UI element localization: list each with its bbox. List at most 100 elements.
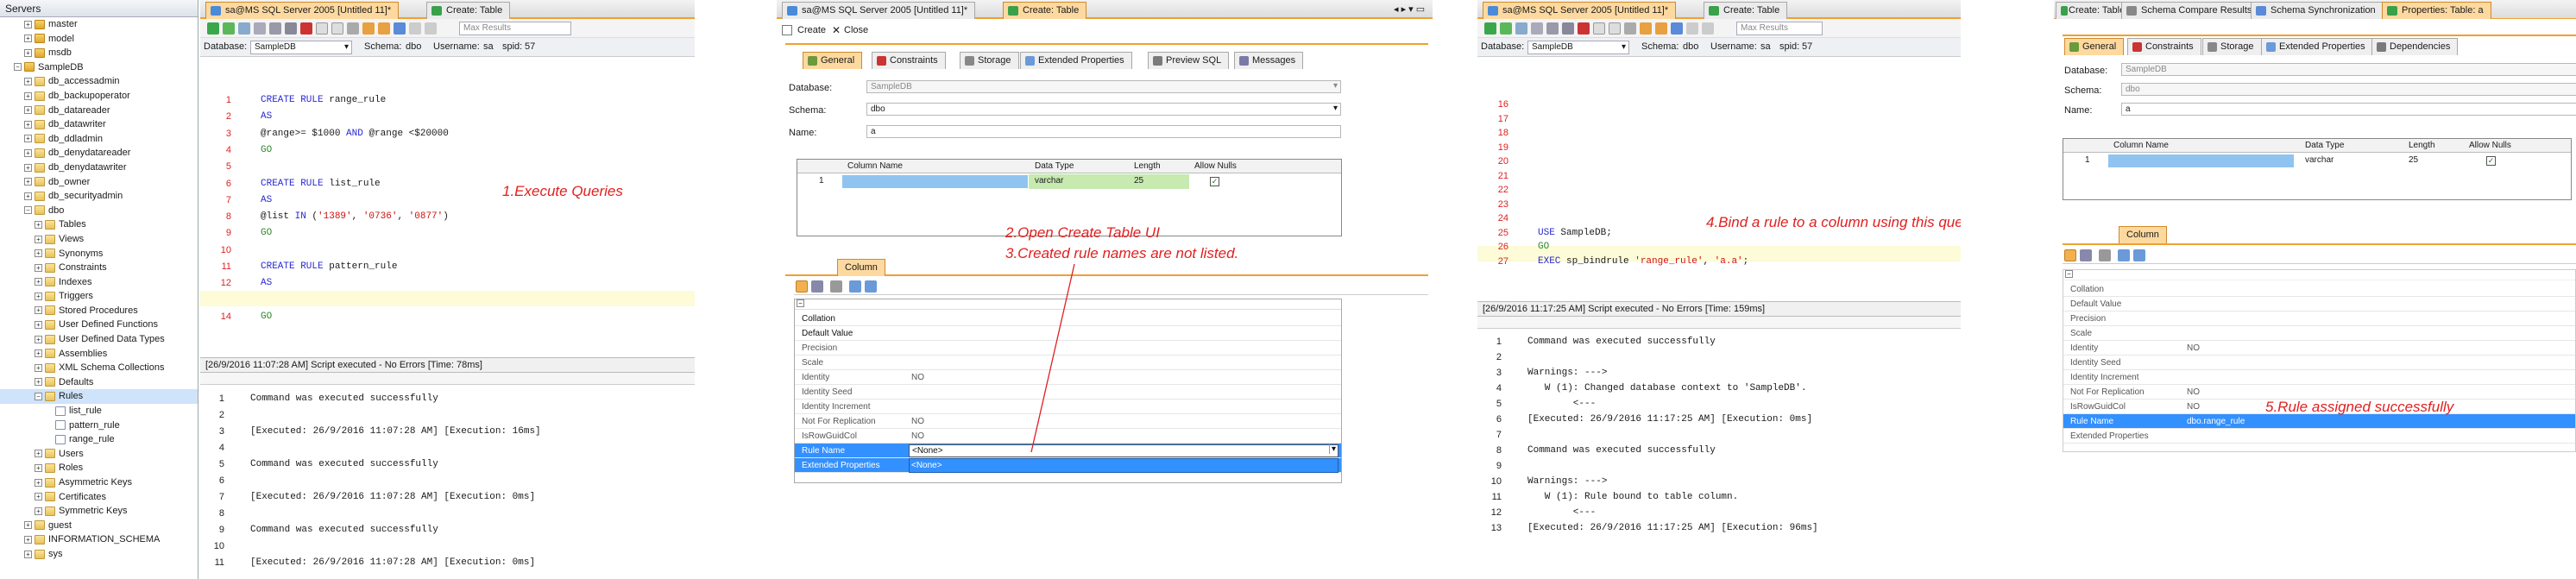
- tree-item[interactable]: + Symmetric Keys: [0, 504, 198, 519]
- tab-properties-table[interactable]: Properties: Table: a: [2382, 2, 2491, 19]
- property-row[interactable]: Precision: [2063, 312, 2575, 326]
- expand-icon[interactable]: +: [24, 77, 32, 85]
- max-results-input[interactable]: Max Results: [1736, 22, 1823, 35]
- tree-item[interactable]: + db_ddladmin: [0, 132, 198, 147]
- length-cell[interactable]: 25: [2409, 155, 2418, 165]
- subtab-general[interactable]: General: [2064, 38, 2125, 55]
- property-row[interactable]: Extended Properties: [2063, 429, 2575, 444]
- tree-item[interactable]: − SampleDB: [0, 60, 198, 75]
- tree-item[interactable]: range_rule: [0, 432, 198, 447]
- tree-item[interactable]: + msdb: [0, 46, 198, 60]
- options-icon[interactable]: [1686, 22, 1698, 35]
- max-results-input[interactable]: Max Results: [459, 22, 571, 35]
- tree-item[interactable]: + Indexes: [0, 275, 198, 290]
- run-step-icon[interactable]: [1500, 22, 1512, 35]
- expand-icon[interactable]: +: [24, 550, 32, 558]
- tree-item[interactable]: − dbo: [0, 204, 198, 218]
- expand-icon[interactable]: −: [35, 393, 42, 401]
- stop-icon[interactable]: [300, 22, 312, 35]
- format-icon[interactable]: [347, 22, 359, 35]
- column-tab[interactable]: Column: [2119, 226, 2167, 243]
- tree-item[interactable]: + db_denydatawriter: [0, 160, 198, 175]
- options-icon[interactable]: [409, 22, 421, 35]
- property-row[interactable]: Identity NO: [2063, 341, 2575, 356]
- code-area[interactable]: 16 17 18 19 20 21 22 23 24 25 USE SampleDB; 26 GO 27 E…: [1477, 60, 1961, 298]
- expand-icon[interactable]: +: [35, 220, 42, 229]
- expand-icon[interactable]: +: [35, 378, 42, 387]
- allow-nulls-checkbox[interactable]: ✓: [2486, 156, 2496, 166]
- tree-item[interactable]: + Defaults: [0, 375, 198, 390]
- tree-item[interactable]: + Synonyms: [0, 247, 198, 261]
- expand-icon[interactable]: +: [24, 106, 32, 115]
- tab-sql-editor[interactable]: sa@MS SQL Server 2005 [Untitled 11]*: [205, 2, 400, 19]
- expand-icon[interactable]: +: [24, 192, 32, 200]
- sort-alpha-icon[interactable]: [2080, 249, 2092, 261]
- tree-item[interactable]: + sys: [0, 547, 198, 562]
- print-icon[interactable]: [1562, 22, 1574, 35]
- property-row[interactable]: Scale: [2063, 326, 2575, 341]
- paste-icon[interactable]: [1609, 22, 1621, 35]
- code-area[interactable]: 1 CREATE RULE range_rule 2 AS 3 @range>= $100…: [200, 60, 695, 354]
- tab-create-table[interactable]: Create: Table: [1704, 2, 1788, 19]
- tree-item[interactable]: + db_securityadmin: [0, 189, 198, 204]
- tree-item[interactable]: + User Defined Data Types: [0, 332, 198, 347]
- expand-icon[interactable]: +: [35, 464, 42, 472]
- expand-icon[interactable]: +: [35, 278, 42, 286]
- tab-schema-sync[interactable]: Schema Synchronization: [2251, 2, 2384, 19]
- subtab-extended-properties[interactable]: Extended Properties: [2261, 38, 2373, 55]
- tree-item[interactable]: + Tables: [0, 217, 198, 232]
- run-icon[interactable]: [1484, 22, 1496, 35]
- expand-icon[interactable]: +: [35, 450, 42, 458]
- history-icon[interactable]: [394, 22, 406, 35]
- tree-item[interactable]: + Assemblies: [0, 347, 198, 362]
- tree-item[interactable]: + db_owner: [0, 175, 198, 190]
- property-row[interactable]: Identity Increment: [2063, 370, 2575, 385]
- copy-icon[interactable]: [316, 22, 328, 35]
- tree-item[interactable]: list_rule: [0, 404, 198, 419]
- tree-item[interactable]: pattern_rule: [0, 419, 198, 433]
- splitter[interactable]: [200, 373, 695, 385]
- run-icon[interactable]: [207, 22, 219, 35]
- database-select[interactable]: SampleDB ▾: [1527, 41, 1629, 54]
- property-row[interactable]: Default Value: [2063, 297, 2575, 312]
- table-name-input[interactable]: a: [2121, 103, 2576, 116]
- expand-icon[interactable]: +: [24, 148, 32, 157]
- rollback-icon[interactable]: [1655, 22, 1667, 35]
- expand-icon[interactable]: +: [24, 178, 32, 186]
- print-icon[interactable]: [285, 22, 297, 35]
- tree-item[interactable]: + Triggers: [0, 289, 198, 304]
- paste-icon[interactable]: [331, 22, 343, 35]
- expand-icon[interactable]: +: [24, 521, 32, 530]
- save-icon[interactable]: [269, 22, 281, 35]
- subtab-dependencies[interactable]: Dependencies: [2371, 38, 2459, 55]
- tree-item[interactable]: + Constraints: [0, 261, 198, 275]
- property-row[interactable]: Rule Name dbo.range_rule: [2063, 414, 2575, 429]
- tree-item[interactable]: + db_denydatareader: [0, 146, 198, 160]
- tab-schema-compare[interactable]: Schema Compare Results: [2121, 2, 2260, 19]
- tree-item[interactable]: + Views: [0, 232, 198, 247]
- expand-icon[interactable]: +: [24, 163, 32, 172]
- tree-item[interactable]: + Asymmetric Keys: [0, 475, 198, 490]
- collapse-icon[interactable]: −: [2065, 270, 2073, 278]
- tree-item[interactable]: + db_datareader: [0, 104, 198, 118]
- expand-icon[interactable]: +: [35, 349, 42, 358]
- tree-item[interactable]: − Rules: [0, 389, 198, 405]
- tools-icon[interactable]: [1702, 22, 1714, 35]
- expand-icon[interactable]: +: [35, 263, 42, 272]
- categorized-icon[interactable]: [2064, 249, 2076, 261]
- tree-item[interactable]: + User Defined Functions: [0, 318, 198, 332]
- tools-icon[interactable]: [425, 22, 437, 35]
- open-icon[interactable]: [1531, 22, 1543, 35]
- expand-icon[interactable]: +: [24, 35, 32, 43]
- tree-item[interactable]: + Stored Procedures: [0, 304, 198, 318]
- tab-sql-editor[interactable]: sa@MS SQL Server 2005 [Untitled 11]*: [1483, 2, 1677, 19]
- rollback-icon[interactable]: [378, 22, 390, 35]
- format-icon[interactable]: [1624, 22, 1636, 35]
- expand-icon[interactable]: +: [35, 363, 42, 372]
- tree-item[interactable]: + db_backupoperator: [0, 89, 198, 104]
- copy-icon[interactable]: [1593, 22, 1605, 35]
- expand-icon[interactable]: +: [35, 235, 42, 243]
- tree-item[interactable]: + master: [0, 17, 198, 32]
- commit-icon[interactable]: [362, 22, 375, 35]
- explain-icon[interactable]: [238, 22, 250, 35]
